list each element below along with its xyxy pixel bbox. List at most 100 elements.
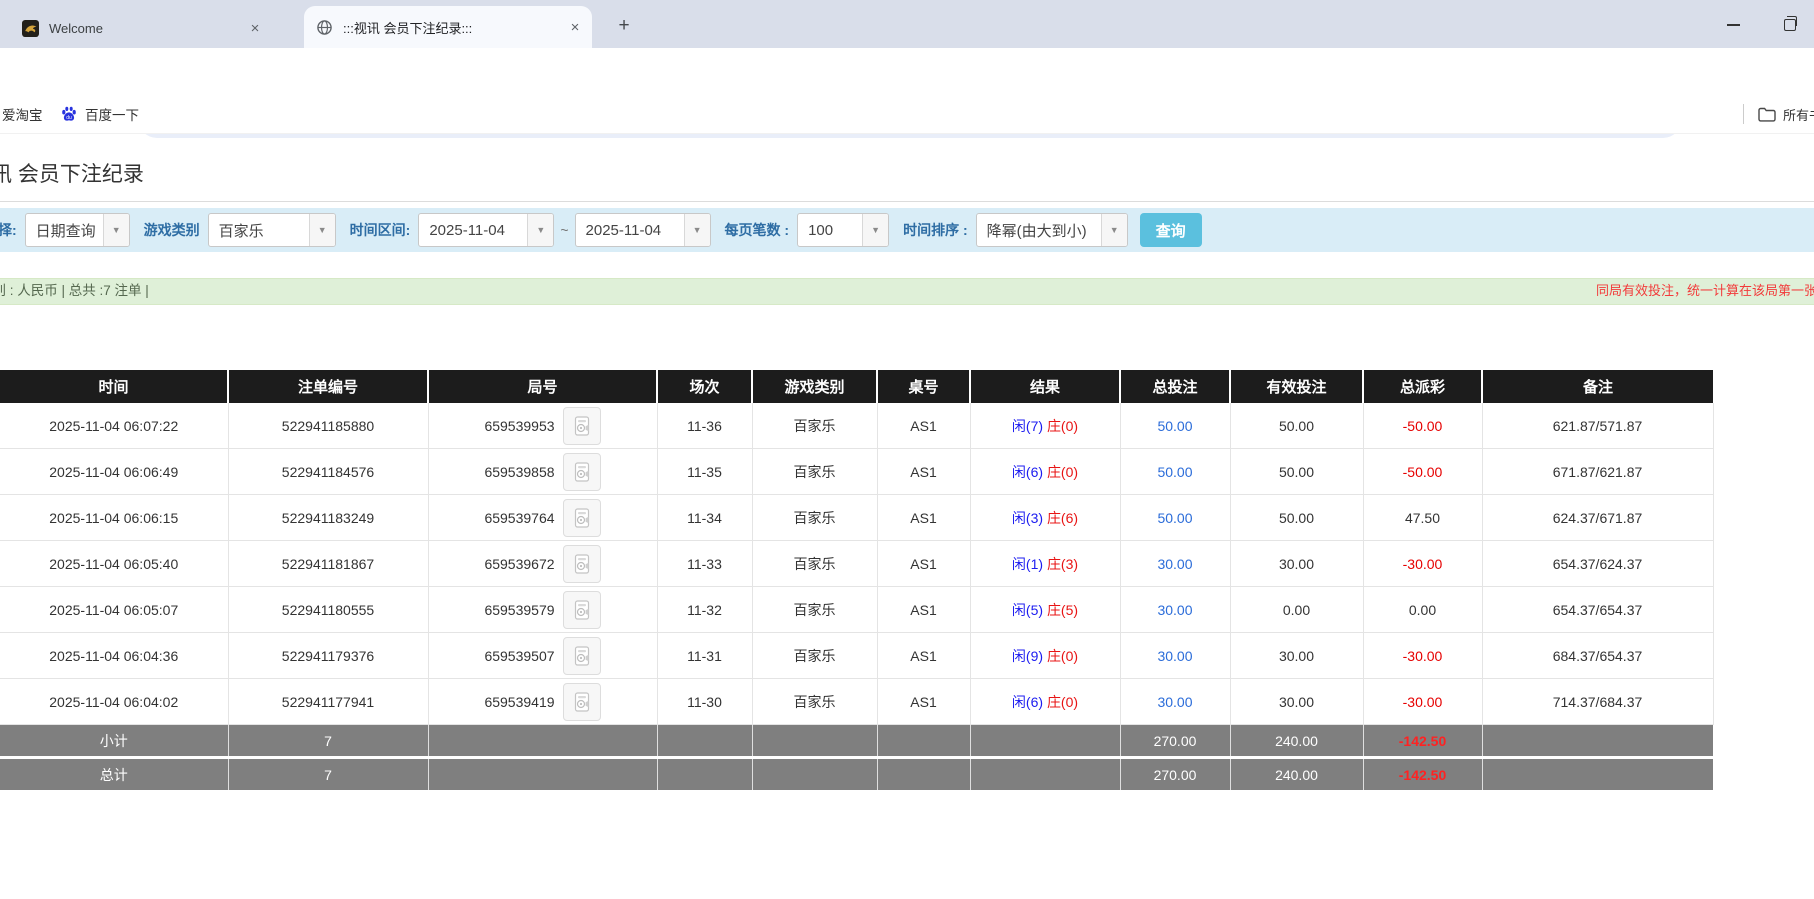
chevron-down-icon: ▼ <box>683 214 710 246</box>
video-replay-button[interactable] <box>562 682 601 721</box>
chevron-down-icon: ▼ <box>862 214 889 246</box>
footer-empty-cell <box>876 724 970 758</box>
valid-bet-cell: 50.00 <box>1229 494 1364 541</box>
browser-window: { "browser": { "tabs": [ {"title": "Welc… <box>0 0 1814 899</box>
remark-cell: 714.37/684.37 <box>1481 678 1714 725</box>
tab-bet-record[interactable]: :::视讯 会员下注纪录::: × <box>304 6 592 48</box>
round-id: 659539953 <box>484 417 555 434</box>
footer-label-cell: 小计 <box>0 724 228 758</box>
total-bet-link[interactable]: 50.00 <box>1157 510 1192 526</box>
new-tab-button[interactable]: + <box>612 14 636 38</box>
payout-cell: -50.00 <box>1362 448 1483 495</box>
game-type-cell: 百家乐 <box>751 448 878 495</box>
query-type-select[interactable]: 日期查询 ▼ <box>24 213 130 247</box>
table-no-cell: AS1 <box>876 586 971 633</box>
game-category-value: 百家乐 <box>218 222 264 240</box>
time-cell: 2025-11-04 06:07:22 <box>0 403 229 449</box>
date-from-select[interactable]: 2025-11-04 ▼ <box>418 213 555 247</box>
payout-cell: -30.00 <box>1362 540 1483 587</box>
game-type-cell: 百家乐 <box>751 403 878 449</box>
window-minimize-button[interactable] <box>1718 15 1748 35</box>
bet-id-cell: 522941181867 <box>227 540 429 587</box>
payout-cell: -30.00 <box>1362 678 1483 725</box>
search-button[interactable]: 查询 <box>1139 213 1202 247</box>
bet-records-table: 时间 注单编号 局号 场次 游戏类别 桌号 结果 总投注 有效投注 总派彩 备注 2025-11-0… <box>0 370 1714 790</box>
sort-order-select[interactable]: 降幂(由大到小) ▼ <box>975 213 1128 247</box>
bet-id-cell: 522941183249 <box>227 494 429 541</box>
total-bet-link[interactable]: 30.00 <box>1157 556 1192 572</box>
result-banker: 庄(0) <box>1046 693 1079 710</box>
payout-cell: 47.50 <box>1362 494 1483 541</box>
chevron-down-icon: ▼ <box>527 214 554 246</box>
chevron-down-icon: ▼ <box>308 214 335 246</box>
title-divider <box>0 201 1814 202</box>
column-header-6: 结果 <box>969 370 1120 403</box>
table-row: 2025-11-04 06:06:49 522941184576 659539858… <box>0 448 1714 495</box>
valid-bet-notice-text: 同局有效投注，统一计算在该局第一张注单 <box>1596 283 1814 298</box>
footer-empty-cell <box>656 756 752 790</box>
payout-cell: -30.00 <box>1362 632 1483 679</box>
total-row: 总计 7 270.00 240.00 -142.50 <box>0 756 1713 790</box>
all-bookmarks-label: 所有书签 <box>1783 107 1814 123</box>
footer-empty-cell <box>427 724 657 758</box>
video-replay-button[interactable] <box>562 636 601 675</box>
page-size-select[interactable]: 100 ▼ <box>797 213 890 247</box>
result-banker: 庄(0) <box>1046 417 1079 434</box>
all-bookmarks-button[interactable]: 所有书签 <box>1758 95 1814 133</box>
column-header-2: 局号 <box>427 370 657 403</box>
restore-icon <box>1784 16 1797 31</box>
date-to-value: 2025-11-04 <box>585 221 662 239</box>
round-id-cell: 659539764 <box>427 494 658 541</box>
total-bet-link[interactable]: 30.00 <box>1157 602 1192 618</box>
video-replay-button[interactable] <box>562 452 601 491</box>
time-cell: 2025-11-04 06:04:02 <box>0 678 229 725</box>
session-cell: 11-33 <box>656 540 753 587</box>
footer-count-cell: 7 <box>227 756 428 790</box>
video-replay-button[interactable] <box>562 590 601 629</box>
footer-total-bet-cell: 270.00 <box>1119 724 1230 758</box>
footer-valid-bet-cell: 240.00 <box>1229 724 1363 758</box>
game-category-select[interactable]: 百家乐 ▼ <box>207 213 336 247</box>
total-bet-link[interactable]: 30.00 <box>1157 694 1192 710</box>
footer-total-bet-cell: 270.00 <box>1119 756 1230 790</box>
result-player: 闲(9) <box>1011 647 1044 664</box>
time-cell: 2025-11-04 06:04:36 <box>0 632 229 679</box>
page-size-value: 100 <box>808 221 834 239</box>
game-type-cell: 百家乐 <box>751 494 878 541</box>
remark-cell: 624.37/671.87 <box>1481 494 1714 541</box>
tab-welcome[interactable]: Welcome × <box>10 8 272 48</box>
session-cell: 11-32 <box>656 586 753 633</box>
total-bet-link[interactable]: 50.00 <box>1157 418 1192 434</box>
total-bet-link[interactable]: 50.00 <box>1157 464 1192 480</box>
round-id: 659539858 <box>484 463 555 480</box>
video-replay-button[interactable] <box>562 544 601 583</box>
total-bet-link[interactable]: 30.00 <box>1157 648 1192 664</box>
total-bet-cell: 30.00 <box>1119 632 1231 679</box>
subtotal-row: 小计 7 270.00 240.00 -142.50 <box>0 724 1713 758</box>
result-player: 闲(6) <box>1011 463 1044 480</box>
valid-bet-cell: 50.00 <box>1229 403 1364 449</box>
bookmarks-bar: 爱淘宝 du 百度一下 所有书签 <box>0 95 1814 134</box>
footer-empty-cell <box>969 724 1120 758</box>
tab-close-icon[interactable]: × <box>566 18 584 36</box>
footer-empty-cell <box>1481 756 1713 790</box>
remark-cell: 684.37/654.37 <box>1481 632 1714 679</box>
payout-cell: 0.00 <box>1362 586 1483 633</box>
session-cell: 11-34 <box>656 494 753 541</box>
table-no-cell: AS1 <box>876 678 971 725</box>
bookmark-aitaobao[interactable]: 爱淘宝 <box>2 95 43 133</box>
column-header-9: 总派彩 <box>1362 370 1482 403</box>
date-to-select[interactable]: 2025-11-04 ▼ <box>574 213 711 247</box>
round-id-cell: 659539507 <box>427 632 658 679</box>
bet-records-table-wrap: 时间 注单编号 局号 场次 游戏类别 桌号 结果 总投注 有效投注 总派彩 备注 2025-11-0… <box>0 370 1714 790</box>
result-player: 闲(7) <box>1011 417 1044 434</box>
bookmark-baidu[interactable]: du 百度一下 <box>60 95 139 133</box>
video-replay-button[interactable] <box>562 406 601 445</box>
result-cell: 闲(3) 庄(6) <box>969 494 1121 541</box>
window-restore-button[interactable] <box>1775 15 1805 35</box>
bookmarks-divider <box>1743 104 1744 124</box>
video-replay-button[interactable] <box>562 498 601 537</box>
column-header-8: 有效投注 <box>1229 370 1363 403</box>
tab-close-icon[interactable]: × <box>246 19 264 37</box>
browser-toolbar: 66cxkj98.com/ipl/portal.php/game/betreco… <box>0 48 1814 138</box>
